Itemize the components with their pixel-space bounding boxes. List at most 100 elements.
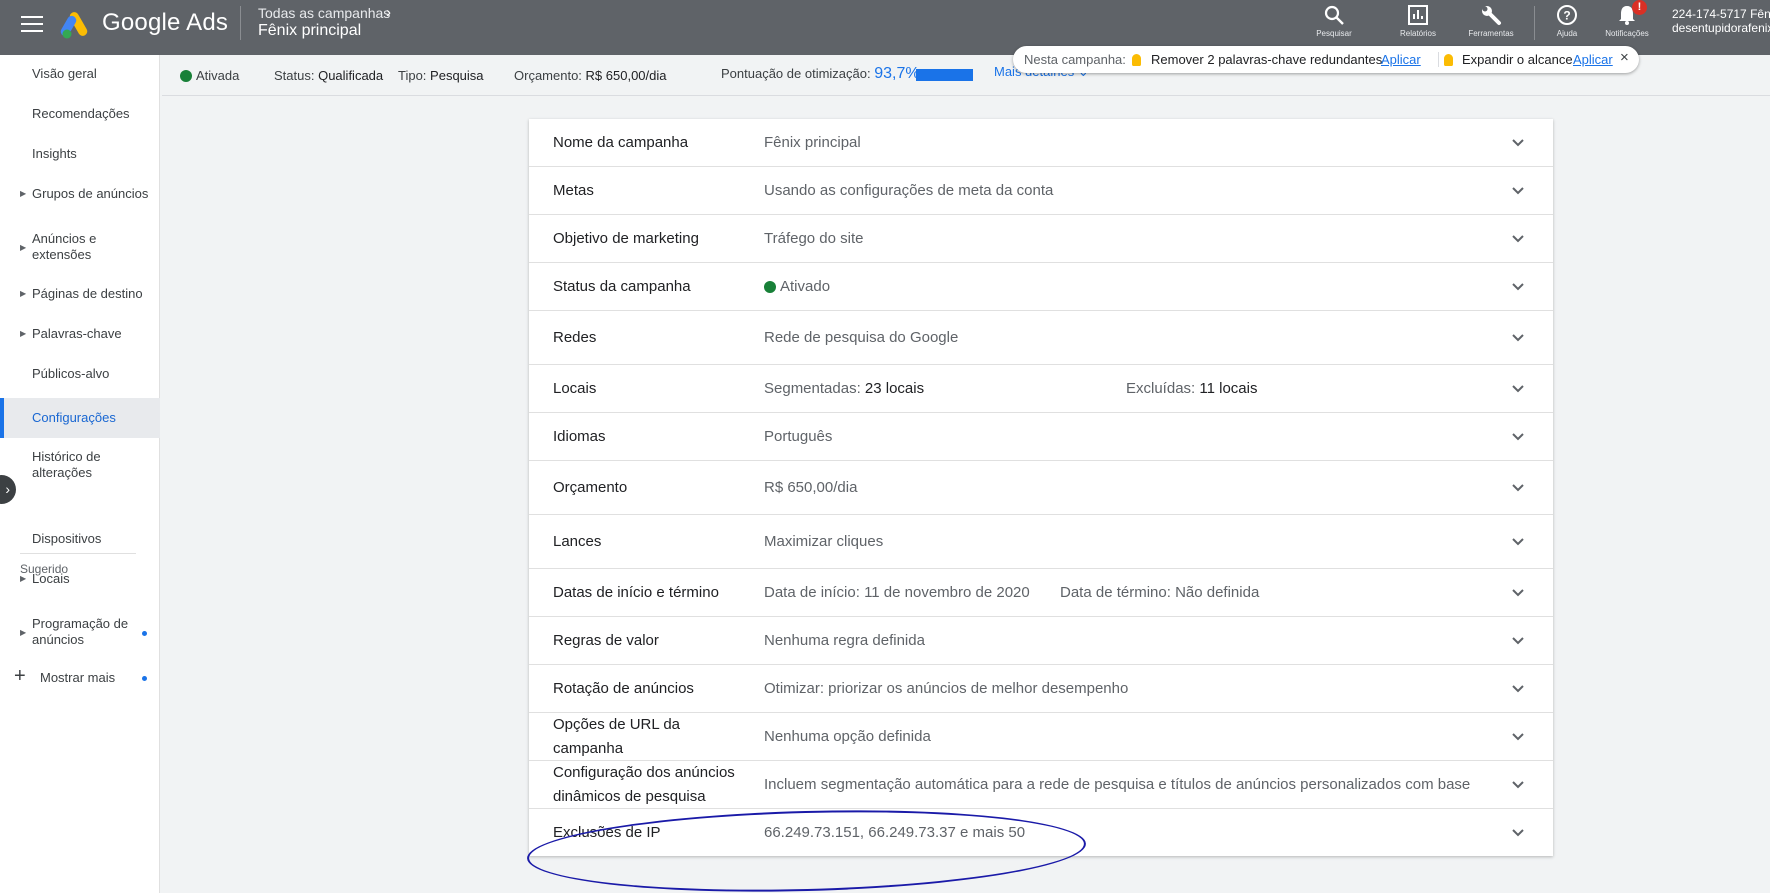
help-button[interactable]: ? Ajuda (1537, 4, 1597, 38)
setting-value: Data de início: 11 de novembro de 2020 (764, 584, 1030, 601)
end-date-value: Não definida (1175, 584, 1260, 601)
caret-right-icon: ▶ (20, 329, 27, 338)
tools-button[interactable]: Ferramentas (1461, 4, 1521, 38)
setting-name: Regras de valor (553, 632, 659, 649)
chevron-down-icon[interactable] (1511, 828, 1525, 838)
help-label: Ajuda (1556, 29, 1578, 38)
menu-icon[interactable] (21, 16, 43, 34)
breadcrumb-parent[interactable]: Todas as campanhas (258, 5, 390, 21)
chevron-down-icon[interactable] (1511, 636, 1525, 646)
sidebar-item-audiences[interactable]: Públicos-alvo (0, 362, 160, 388)
chevron-down-icon[interactable] (1511, 384, 1525, 394)
sidebar-item-recommendations[interactable]: Recomendações (0, 102, 160, 128)
chevron-down-icon[interactable] (1511, 186, 1525, 196)
excluded-label: Excluídas: (1126, 380, 1196, 397)
status-dot-icon (180, 70, 192, 82)
reports-button[interactable]: Relatórios (1388, 4, 1448, 38)
chevron-down-icon[interactable] (1511, 537, 1525, 547)
notification-badge: ! (1632, 0, 1647, 15)
sidebar: Visão geral Recomendações Insights ▶ Grup… (0, 55, 160, 893)
brand-name: Google Ads (102, 9, 229, 36)
optimization-score[interactable]: Pontuação de otimização: 93,7% (721, 65, 920, 83)
setting-value: Maximizar cliques (764, 533, 884, 550)
setting-row-dynamic-search-ads[interactable]: Configuração dos anúncios dinâmicos de p… (529, 761, 1553, 809)
active-indicator (0, 398, 4, 438)
setting-row-goals[interactable]: Metas Usando as configurações de meta da… (529, 167, 1553, 215)
setting-value: Português (764, 428, 833, 445)
sidebar-item-label: Locais (32, 571, 70, 586)
type-label: Tipo: (398, 68, 427, 83)
lightbulb-icon (1444, 52, 1453, 67)
setting-value: Nenhuma regra definida (764, 632, 925, 649)
chevron-down-icon[interactable] (1511, 732, 1525, 742)
sidebar-item-settings[interactable]: Configurações (0, 398, 160, 438)
sidebar-item-landing-pages[interactable]: ▶ Páginas de destino (0, 282, 160, 308)
setting-row-marketing-objective[interactable]: Objetivo de marketing Tráfego do site (529, 215, 1553, 263)
setting-row-dates[interactable]: Datas de início e término Data de início… (529, 569, 1553, 617)
chevron-down-icon[interactable] (1511, 432, 1525, 442)
chevron-down-icon[interactable] (1511, 483, 1525, 493)
caret-right-icon: ▶ (20, 189, 27, 198)
setting-value: Usando as configurações de meta da conta (764, 182, 1054, 199)
search-label: Pesquisar (1316, 29, 1352, 38)
sidebar-item-ad-schedule[interactable]: ▶ Programação de anúncios (0, 616, 160, 650)
breadcrumb-current[interactable]: Fênix principal (258, 22, 361, 40)
setting-row-campaign-name[interactable]: Nome da campanha Fênix principal (529, 119, 1553, 167)
setting-row-campaign-status[interactable]: Status da campanha Ativado (529, 263, 1553, 311)
account-info[interactable]: 224-174-5717 Fênix principal desentupido… (1672, 7, 1770, 35)
chevron-down-icon[interactable] (1511, 234, 1525, 244)
chevron-down-icon[interactable] (1511, 684, 1525, 694)
apply-suggestion-link[interactable]: Aplicar (1381, 52, 1421, 67)
sidebar-item-overview[interactable]: Visão geral (0, 62, 160, 88)
chevron-down-icon[interactable] (1511, 333, 1525, 343)
chevron-down-icon[interactable] (1511, 282, 1525, 292)
google-ads-logo-icon (60, 12, 88, 39)
setting-row-bidding[interactable]: Lances Maximizar cliques (529, 515, 1553, 569)
sidebar-item-ad-groups[interactable]: ▶ Grupos de anúncios (0, 182, 160, 208)
divider (1438, 52, 1439, 67)
show-more-label: Mostrar mais (40, 670, 116, 685)
sidebar-item-change-history[interactable]: Histórico de alterações (0, 449, 160, 483)
sidebar-item-insights[interactable]: Insights (0, 142, 160, 168)
setting-name: Datas de início e término (553, 584, 719, 601)
chevron-down-icon[interactable] (1511, 138, 1525, 148)
notifications-button[interactable]: Notificações (1597, 4, 1657, 38)
sidebar-item-locations[interactable]: ▶ Locais (0, 567, 160, 593)
reports-icon (1408, 5, 1428, 25)
campaign-state[interactable]: Ativada (180, 68, 239, 83)
account-email: desentupidorafenix (1672, 21, 1770, 35)
setting-row-ad-rotation[interactable]: Rotação de anúncios Otimizar: priorizar … (529, 665, 1553, 713)
caret-right-icon: ▶ (20, 289, 27, 298)
divider (1534, 6, 1535, 40)
setting-name: Metas (553, 182, 594, 199)
setting-row-languages[interactable]: Idiomas Português (529, 413, 1553, 461)
new-indicator-dot (142, 631, 147, 636)
setting-row-url-options[interactable]: Opções de URL da campanha Nenhuma opção … (529, 713, 1553, 761)
apply-suggestion-link[interactable]: Aplicar (1573, 52, 1613, 67)
setting-row-networks[interactable]: Redes Rede de pesquisa do Google (529, 311, 1553, 365)
status-label: Status: (274, 68, 315, 83)
setting-value: Ativado (764, 278, 830, 295)
campaign-settings-panel: Nome da campanha Fênix principal Metas U… (529, 119, 1553, 856)
campaign-state-label: Ativada (196, 68, 240, 83)
chevron-down-icon[interactable] (1511, 588, 1525, 598)
notifications-label: Notificações (1605, 29, 1649, 38)
divider (20, 553, 136, 554)
setting-value-secondary: Excluídas: 11 locais (1126, 380, 1257, 397)
close-icon[interactable]: × (1620, 49, 1629, 66)
help-icon: ? (1557, 5, 1577, 25)
budget-info: Orçamento: R$ 650,00/dia (514, 68, 667, 83)
setting-row-locations[interactable]: Locais Segmentadas: 23 locais Excluídas:… (529, 365, 1553, 413)
setting-row-budget[interactable]: Orçamento R$ 650,00/dia (529, 461, 1553, 515)
setting-value: R$ 650,00/dia (764, 479, 858, 496)
sidebar-item-label: Configurações (32, 410, 116, 425)
show-more-button[interactable]: + Mostrar mais (0, 665, 160, 691)
chevron-right-icon[interactable]: › (386, 4, 391, 21)
chevron-right-icon: › (5, 481, 10, 497)
setting-row-value-rules[interactable]: Regras de valor Nenhuma regra definida (529, 617, 1553, 665)
sidebar-item-ads-extensions[interactable]: ▶ Anúncios e extensões (0, 231, 160, 265)
chevron-down-icon[interactable] (1511, 780, 1525, 790)
sidebar-item-devices[interactable]: Dispositivos (0, 527, 160, 553)
sidebar-item-keywords[interactable]: ▶ Palavras-chave (0, 322, 160, 348)
search-button[interactable]: Pesquisar (1304, 4, 1364, 38)
